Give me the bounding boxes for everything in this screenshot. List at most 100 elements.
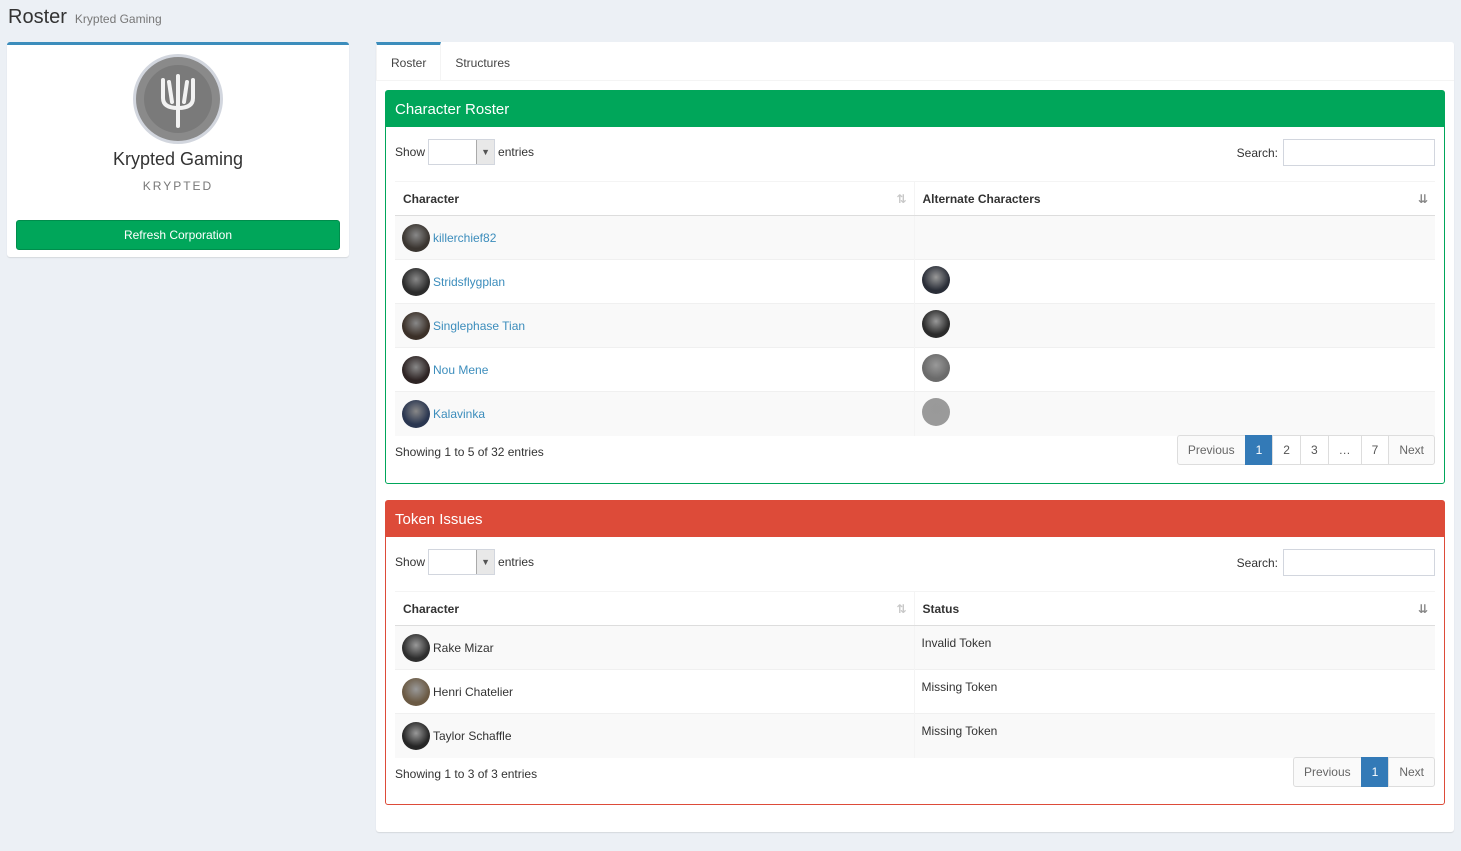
- search-label: Search:: [1236, 555, 1278, 570]
- page-header: Roster Krypted Gaming: [8, 6, 162, 32]
- roster-search-input[interactable]: [1283, 139, 1435, 166]
- table-row: Henri Chatelier Missing Token: [395, 669, 1435, 714]
- table-row: Stridsflygplan: [395, 259, 1435, 304]
- tab-structures[interactable]: Structures: [441, 42, 524, 81]
- token-status: Missing Token: [921, 723, 998, 738]
- search-label: Search:: [1236, 145, 1278, 160]
- token-issues-pagination: Previous 1 Next: [1292, 757, 1435, 787]
- character-name: Henri Chatelier: [433, 684, 514, 699]
- token-search-control: Search:: [1237, 549, 1435, 576]
- character-avatar: [402, 267, 430, 296]
- character-cell: Nou Mene: [395, 347, 915, 392]
- next-page-button[interactable]: Next: [1388, 435, 1435, 465]
- alternate-characters-cell: [914, 215, 1435, 260]
- character-cell: killerchief82: [395, 215, 915, 260]
- character-cell: Stridsflygplan: [395, 259, 915, 304]
- chevron-down-icon: ▼: [476, 550, 495, 574]
- refresh-corporation-button[interactable]: Refresh Corporation: [16, 220, 340, 250]
- alternate-characters-cell: [914, 347, 1435, 392]
- character-link[interactable]: killerchief82: [433, 231, 496, 245]
- character-roster-title: Character Roster: [386, 91, 1444, 127]
- entries-label: entries: [498, 145, 535, 159]
- table-row: Rake Mizar Invalid Token: [395, 625, 1435, 670]
- character-cell: Kalavinka: [395, 391, 915, 436]
- alternate-characters-cell: [914, 259, 1435, 304]
- character-avatar: [402, 311, 430, 340]
- character-name: Taylor Schaffle: [433, 728, 512, 743]
- sort-both-icon: ⇅: [896, 602, 907, 616]
- corporation-logo: [133, 54, 223, 144]
- tab-bar: Roster Structures: [376, 42, 1454, 81]
- table-row: Nou Mene: [395, 347, 1435, 392]
- character-avatar: [402, 721, 430, 750]
- character-cell-content: Kalavinka: [402, 399, 907, 428]
- page-button-3[interactable]: 3: [1299, 435, 1329, 465]
- character-avatar: [402, 399, 430, 428]
- character-cell: Singlephase Tian: [395, 303, 915, 348]
- status-cell: Missing Token: [914, 713, 1435, 758]
- character-link[interactable]: Kalavinka: [433, 407, 485, 421]
- roster-entries-select[interactable]: ▼: [428, 139, 496, 165]
- column-header-character[interactable]: Character ⇅: [395, 181, 915, 216]
- alternate-character-avatar[interactable]: [921, 310, 950, 338]
- character-cell-content: Singlephase Tian: [402, 311, 907, 340]
- token-search-input[interactable]: [1283, 549, 1435, 576]
- show-label: Show: [395, 555, 426, 569]
- character-cell: Taylor Schaffle: [395, 713, 915, 758]
- roster-table: Character ⇅ Alternate Characters ⇊ kille…: [395, 181, 1435, 436]
- sort-ascending-icon: ⇊: [1417, 192, 1428, 206]
- entries-label: entries: [498, 555, 535, 569]
- show-label: Show: [395, 145, 426, 159]
- character-link[interactable]: Stridsflygplan: [433, 275, 505, 289]
- character-name: Rake Mizar: [433, 640, 494, 655]
- table-row: Kalavinka: [395, 391, 1435, 436]
- column-header-character[interactable]: Character ⇅: [395, 591, 915, 626]
- character-cell: Rake Mizar: [395, 625, 915, 670]
- token-status: Invalid Token: [921, 635, 992, 650]
- character-cell-content: killerchief82: [402, 223, 907, 252]
- page-button-1[interactable]: 1: [1244, 435, 1274, 465]
- roster-length-control: Show ▼ entries: [395, 139, 534, 165]
- roster-info: Showing 1 to 5 of 32 entries: [395, 445, 544, 459]
- character-cell: Henri Chatelier: [395, 669, 915, 714]
- character-link[interactable]: Nou Mene: [433, 363, 488, 377]
- character-cell-content: Henri Chatelier: [402, 677, 907, 706]
- character-avatar: [402, 677, 430, 706]
- status-cell: Missing Token: [914, 669, 1435, 714]
- roster-pagination: Previous 1 2 3 … 7 Next: [1176, 435, 1435, 465]
- previous-page-button[interactable]: Previous: [1292, 757, 1362, 787]
- token-status: Missing Token: [921, 679, 998, 694]
- alternate-character-avatar[interactable]: [921, 398, 950, 427]
- page-ellipsis: …: [1327, 435, 1362, 465]
- character-link[interactable]: Singlephase Tian: [433, 319, 525, 333]
- page-button-2[interactable]: 2: [1272, 435, 1301, 465]
- column-header-status[interactable]: Status ⇊: [914, 591, 1435, 626]
- token-length-control: Show ▼ entries: [395, 549, 534, 575]
- sort-both-icon: ⇅: [896, 192, 907, 206]
- token-issues-info: Showing 1 to 3 of 3 entries: [395, 767, 538, 781]
- column-header-alternate-characters[interactable]: Alternate Characters ⇊: [914, 181, 1435, 216]
- previous-page-button[interactable]: Previous: [1176, 435, 1246, 465]
- page-button-7[interactable]: 7: [1360, 435, 1390, 465]
- alternate-character-avatar[interactable]: [921, 266, 950, 294]
- character-cell-content: Stridsflygplan: [402, 267, 907, 296]
- table-row: Singlephase Tian: [395, 303, 1435, 348]
- character-roster-box: Character Roster Show ▼ entries Search: …: [385, 90, 1445, 484]
- status-cell: Invalid Token: [914, 625, 1435, 670]
- token-issues-box: Token Issues Show ▼ entries Search: Char…: [385, 500, 1445, 805]
- next-page-button[interactable]: Next: [1388, 757, 1435, 787]
- corporation-name: Krypted Gaming: [112, 149, 244, 169]
- table-row: Taylor Schaffle Missing Token: [395, 713, 1435, 758]
- tab-roster[interactable]: Roster: [376, 42, 442, 81]
- alternate-character-avatar[interactable]: [921, 354, 950, 382]
- character-cell-content: Taylor Schaffle: [402, 721, 907, 750]
- sort-ascending-icon: ⇊: [1417, 602, 1428, 616]
- corporation-ticker: KRYPTED: [142, 179, 214, 193]
- character-avatar: [402, 633, 430, 662]
- chevron-down-icon: ▼: [476, 140, 495, 164]
- token-entries-select[interactable]: ▼: [428, 549, 496, 575]
- page-button-1[interactable]: 1: [1360, 757, 1390, 787]
- tab-panel: Roster Structures Character Roster Show …: [376, 42, 1454, 832]
- token-issues-title: Token Issues: [386, 501, 1444, 537]
- character-avatar: [402, 223, 430, 252]
